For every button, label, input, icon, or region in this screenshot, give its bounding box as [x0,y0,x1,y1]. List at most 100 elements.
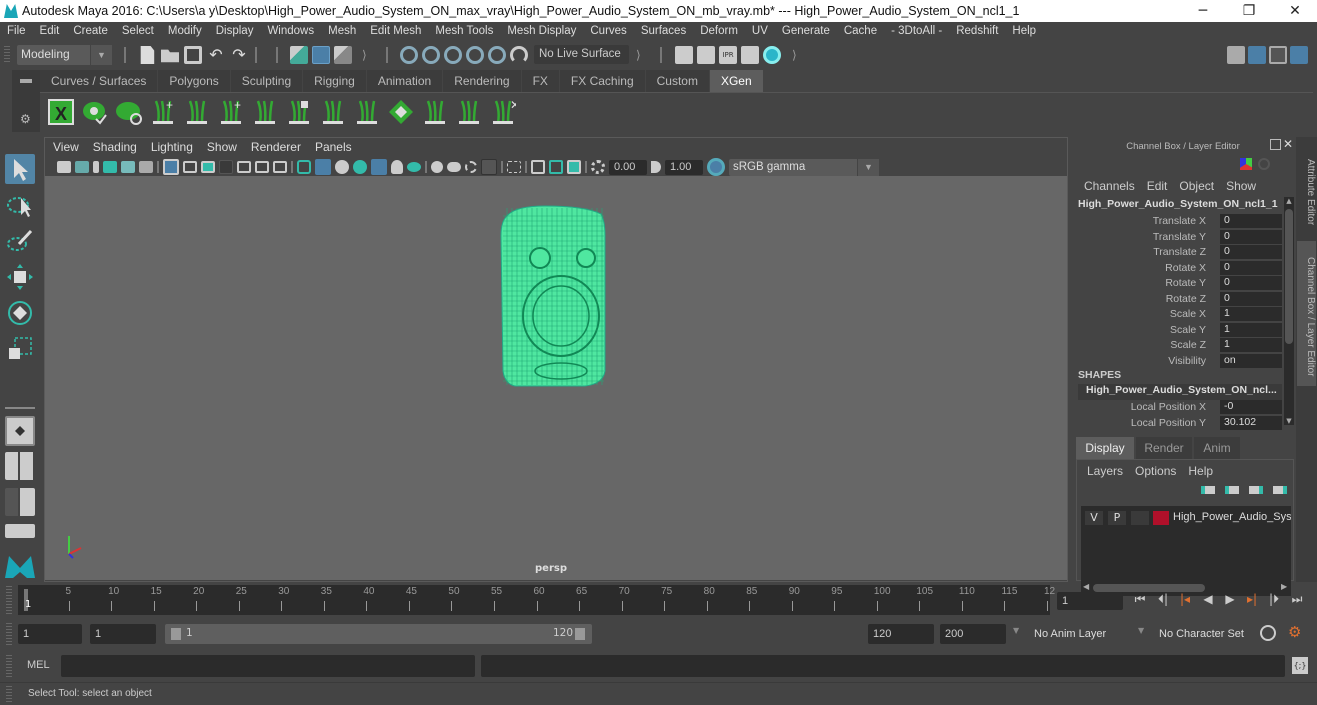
attribute-value-field[interactable]: on [1220,353,1282,368]
single-view-icon[interactable] [5,416,35,446]
menu-file[interactable]: File [0,22,33,37]
grid-toggle-icon[interactable] [163,159,179,175]
xray-active-icon[interactable] [549,160,563,174]
select-by-component-icon[interactable] [334,46,352,64]
current-frame-field[interactable]: 1 [1057,592,1123,610]
play-forwards-icon[interactable]: ▶ [1220,592,1240,606]
new-scene-icon[interactable] [140,46,155,64]
script-editor-icon[interactable]: {;} [1292,657,1308,674]
color-space-dropdown[interactable]: sRGB gamma ▼ [729,158,879,176]
float-panel-icon[interactable] [1270,139,1281,150]
shelf-tab-custom[interactable]: Custom [645,70,709,92]
shelf-tab-polygons[interactable]: Polygons [158,70,230,92]
paint-select-icon[interactable] [5,226,35,256]
shadows-icon[interactable] [391,160,403,174]
viewport-menu-shading[interactable]: Shading [93,140,137,154]
command-input[interactable] [61,655,475,677]
live-surface-field[interactable]: No Live Surface [534,45,629,64]
snap-live-icon[interactable] [488,46,506,64]
render-view-icon[interactable] [675,46,693,64]
attribute-value-field[interactable]: 0 [1220,291,1282,306]
scroll-left-icon[interactable]: ◀ [1083,582,1089,591]
select-by-object-icon[interactable] [312,46,330,64]
menu-create[interactable]: Create [66,22,115,37]
new-layer-selected-icon[interactable] [1273,486,1287,494]
play-backwards-icon[interactable]: ◀ [1198,592,1218,606]
attribute-row[interactable]: Translate X 0 [1072,214,1282,229]
menu-mesh-display[interactable]: Mesh Display [500,22,583,37]
viewport-menu-show[interactable]: Show [207,140,237,154]
attribute-row[interactable]: Rotate X 0 [1072,260,1282,276]
layer-tab-display[interactable]: Display [1076,437,1134,459]
move-layer-down-icon[interactable] [1225,486,1239,494]
scale-tool-icon[interactable] [5,334,35,364]
gamma-field[interactable]: 1.00 [665,159,703,175]
scroll-up-icon[interactable]: ▲ [1284,197,1294,205]
range-end-handle[interactable] [575,628,585,640]
undo-icon[interactable]: ↶ [207,46,225,64]
shelf-tab-animation[interactable]: Animation [366,70,443,92]
attribute-label[interactable]: Local Position Y [1131,417,1206,429]
snap-curve-icon[interactable] [422,46,440,64]
menu-display[interactable]: Display [209,22,261,37]
xray-joints-icon[interactable] [531,160,545,174]
attribute-row[interactable]: Local Position Y 30.102 [1072,415,1282,431]
attribute-value-field[interactable]: 0 [1220,245,1282,259]
attribute-label[interactable]: Local Position X [1131,401,1206,413]
menu-surfaces[interactable]: Surfaces [634,22,693,37]
menu-uv[interactable]: UV [745,22,775,37]
timeline-grip[interactable] [6,586,12,614]
two-d-pan-zoom-icon[interactable] [121,161,135,173]
menu-windows[interactable]: Windows [260,22,321,37]
speaker-mesh[interactable] [500,205,606,387]
shelf-tab-fx[interactable]: FX [521,70,559,92]
groom-icon[interactable] [354,99,380,125]
use-all-lights-icon[interactable] [371,159,387,175]
film-gate-icon[interactable] [183,161,197,173]
place-guides-icon[interactable] [184,99,210,125]
select-guides-icon[interactable] [422,99,448,125]
scroll-thumb[interactable] [1285,209,1293,344]
layer-display-type-toggle[interactable] [1131,511,1149,525]
attribute-label[interactable]: Translate Y [1153,231,1206,243]
menu-generate[interactable]: Generate [775,22,837,37]
smooth-shade-icon[interactable] [315,159,331,175]
close-panel-icon[interactable]: ✕ [1283,137,1293,151]
select-by-hierarchy-icon[interactable] [290,46,308,64]
playback-start-field[interactable]: 1 [90,624,156,644]
redo-icon[interactable]: ↷ [230,46,248,64]
range-slider-fill[interactable]: 1 120 [165,624,592,644]
xgen-preview-icon[interactable] [82,99,108,125]
shelf-tabs-menu-icon[interactable] [20,79,32,83]
resolution-gate-icon[interactable] [201,161,215,173]
menu-edit-mesh[interactable]: Edit Mesh [363,22,428,37]
step-back-frame-icon[interactable]: ⏴| [1153,592,1173,607]
depth-of-field-icon[interactable] [465,161,477,173]
move-tool-icon[interactable] [5,262,35,292]
layer-tab-anim[interactable]: Anim [1194,437,1240,459]
tool-settings-icon[interactable] [1269,46,1287,64]
animation-preferences-icon[interactable]: ⚙ [1288,623,1301,641]
delete-guides-icon[interactable]: ✕ [490,98,520,125]
animation-start-field[interactable]: 1 [18,624,82,644]
viewport-menu-view[interactable]: View [53,140,79,154]
chevron-down-icon[interactable]: ▼ [1138,626,1144,635]
add-guides-icon[interactable]: + [150,98,176,125]
attribute-editor-tab[interactable]: Attribute Editor [1297,141,1316,237]
viewport-menu-panels[interactable]: Panels [315,140,352,154]
xray-icon[interactable] [507,161,521,173]
maximize-button[interactable]: ❐ [1226,0,1272,22]
menu-channels[interactable]: Channels [1084,179,1135,193]
attribute-value-field[interactable]: 0 [1220,229,1282,244]
step-forward-key-icon[interactable]: ▸| [1242,592,1262,606]
gate-mask-icon[interactable] [219,160,233,174]
rotate-tool-icon[interactable] [5,298,35,328]
sculpt-guide-icon[interactable] [252,99,278,125]
attribute-row[interactable]: Local Position X -0 [1072,400,1282,415]
grease-pencil-icon[interactable] [139,161,153,173]
layer-name[interactable]: High_Power_Audio_Syste [1173,511,1291,523]
open-scene-icon[interactable] [161,49,179,63]
select-tool-icon[interactable] [5,154,35,184]
safe-action-icon[interactable] [255,161,269,173]
menu-redshift[interactable]: Redshift [949,22,1005,37]
